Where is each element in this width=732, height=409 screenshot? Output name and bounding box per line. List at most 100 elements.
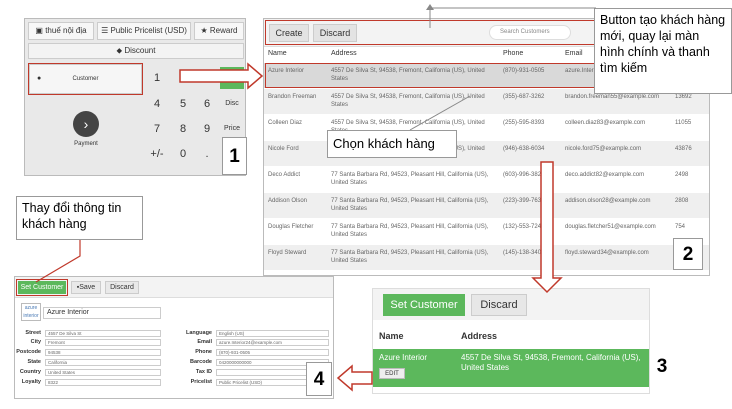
cell-extra: 754 [675, 224, 686, 230]
customer-highlight [28, 63, 143, 95]
field-input[interactable]: United States [45, 369, 161, 376]
cell-extra: 43876 [675, 146, 692, 152]
field-label: Street [25, 330, 41, 336]
cell-name: Floyd Steward [268, 250, 307, 256]
cell-phone: (355)-687-3262 [503, 94, 545, 100]
arrowhead-callout [426, 4, 434, 10]
cell-email: douglas.fletcher51@example.com [565, 224, 656, 230]
selected-customer-panel: Set Customer Discard Name Address Azure … [372, 288, 650, 394]
callout-toolbar: Button tạo khách hàng mới, quay lại màn … [594, 8, 732, 94]
cell-extra: 2808 [675, 198, 689, 204]
discard-button-4[interactable]: Discard [105, 281, 139, 294]
pricelist-button[interactable]: ☰ Public Pricelist (USD) [97, 22, 191, 40]
table-row[interactable]: Deco Addict 77 Santa Barbara Rd, 94523, P… [264, 167, 709, 192]
field-label: Loyalty [21, 379, 41, 385]
cell-address: 77 Santa Barbara Rd, 94523, Pleasant Hil… [331, 172, 489, 186]
selected-address: 4557 De Silva St, 94538, Fremont, Califo… [461, 353, 641, 372]
selected-row[interactable]: Azure Interior EDIT 4557 De Silva St, 94… [373, 349, 649, 387]
field-input[interactable]: Fremont [45, 339, 161, 346]
tax-label: thuế nội địa [45, 26, 87, 35]
save-label: Save [79, 284, 96, 291]
field-label: Pricelist [190, 379, 212, 385]
panel-number-4: 4 [306, 362, 332, 396]
panel-number-3: 3 [650, 352, 674, 382]
numpad-key[interactable]: 2 [171, 67, 195, 89]
numpad-key[interactable]: Disc [220, 93, 244, 115]
col-name-header: Name [268, 50, 287, 57]
address-header-3: Address [461, 331, 498, 341]
chevron-right-icon: › [83, 116, 89, 132]
table-row[interactable]: Addison Olson 77 Santa Barbara Rd, 94523,… [264, 193, 709, 218]
save-button[interactable]: ▪Save [71, 281, 101, 294]
selected-name: Azure Interior [379, 353, 428, 362]
table-row[interactable]: Floyd Steward 77 Santa Barbara Rd, 94523,… [264, 245, 709, 270]
callout-select-customer: Chọn khách hàng [327, 130, 457, 158]
bag-icon: ▣ [35, 26, 46, 35]
numpad-key[interactable]: 6 [195, 93, 219, 115]
discount-button[interactable]: ⬥ Discount [28, 43, 244, 59]
field-label: Email [197, 339, 212, 345]
numpad-key[interactable]: 3 [195, 67, 219, 89]
numpad-key[interactable]: 7 [145, 118, 169, 140]
discard-button-3[interactable]: Discard [471, 294, 527, 316]
col-address-header: Address [331, 50, 357, 57]
edit-customer-panel: Set Customer ▪Save Discard azure interio… [14, 276, 334, 399]
cell-phone: (145)-138-3401 [503, 250, 545, 256]
field-label: Phone [195, 349, 212, 355]
field-input[interactable]: 4557 De Silva St [45, 330, 161, 337]
field-input[interactable]: California [45, 359, 161, 366]
discount-label: Discount [124, 46, 156, 55]
cell-address: 4557 De Silva St, 94538, Fremont, Califo… [331, 94, 485, 108]
numpad-key[interactable]: 1 [145, 67, 169, 89]
cell-address: 77 Santa Barbara Rd, 94523, Pleasant Hil… [331, 250, 489, 264]
payment-label: Payment [74, 141, 98, 147]
cell-extra: 2498 [675, 172, 689, 178]
pos-panel: ▣ thuế nội địa ☰ Public Pricelist (USD) … [24, 18, 246, 176]
numpad-key[interactable]: . [195, 143, 219, 165]
reward-button[interactable]: ★ Reward [194, 22, 244, 40]
payment-button[interactable]: › [73, 111, 99, 137]
callout-edit-customer: Thay đổi thông tin khách hàng [16, 196, 143, 240]
cell-extra: 11055 [675, 120, 692, 126]
cell-email: brandon.freeman55@example.com [565, 94, 660, 100]
name-header-3: Name [379, 331, 404, 341]
field-label: State [27, 359, 41, 365]
numpad-key[interactable]: 8 [171, 118, 195, 140]
field-input[interactable]: 94538 [45, 349, 161, 356]
numpad-key[interactable]: 5 [171, 93, 195, 115]
field-input[interactable]: 8322 [45, 379, 161, 386]
cell-email: addison.olson28@example.com [565, 198, 651, 204]
cell-address: 77 Santa Barbara Rd, 94523, Pleasant Hil… [331, 198, 489, 212]
reward-label: Reward [209, 26, 238, 35]
cell-name: Deco Addict [268, 172, 301, 178]
cell-phone: (946)-638-6034 [503, 146, 545, 152]
customer-name-input[interactable]: Azure Interior [43, 307, 161, 319]
col-phone-header: Phone [503, 50, 524, 57]
set-customer-button[interactable]: Set Customer [383, 294, 465, 316]
set-customer-highlight [16, 279, 68, 296]
table-row[interactable]: Douglas Fletcher 77 Santa Barbara Rd, 945… [264, 219, 709, 244]
cell-name: Brandon Freeman [268, 94, 317, 100]
arrow-left-to-form [336, 364, 373, 392]
cell-phone: (255)-595-8393 [503, 120, 545, 126]
col-email-header: Email [565, 50, 583, 57]
edit-button[interactable]: EDIT [379, 368, 405, 379]
numpad-key[interactable]: 9 [195, 118, 219, 140]
field-input[interactable]: English (US) [216, 330, 329, 337]
field-input[interactable]: (870)-931-0505 [216, 349, 329, 356]
pricelist-label: Public Pricelist (USD) [110, 26, 187, 35]
numpad-key[interactable]: Qty [220, 67, 244, 89]
field-label: Language [186, 330, 212, 336]
field-label: City [30, 339, 41, 345]
numpad-key[interactable]: 4 [145, 93, 169, 115]
cell-address: 77 Santa Barbara Rd, 94523, Pleasant Hil… [331, 224, 489, 238]
cell-extra: 13692 [675, 94, 692, 100]
cell-phone: (603)-996-3829 [503, 172, 545, 178]
field-label: Postcode [16, 349, 41, 355]
customer-logo: azure interior [21, 303, 41, 321]
cell-email: floyd.steward34@example.com [565, 250, 649, 256]
tax-button[interactable]: ▣ thuế nội địa [28, 22, 94, 40]
numpad-key[interactable]: 0 [171, 143, 195, 165]
field-input[interactable]: azure.Interior24@example.com [216, 339, 329, 346]
numpad-key[interactable]: +/- [145, 143, 169, 165]
